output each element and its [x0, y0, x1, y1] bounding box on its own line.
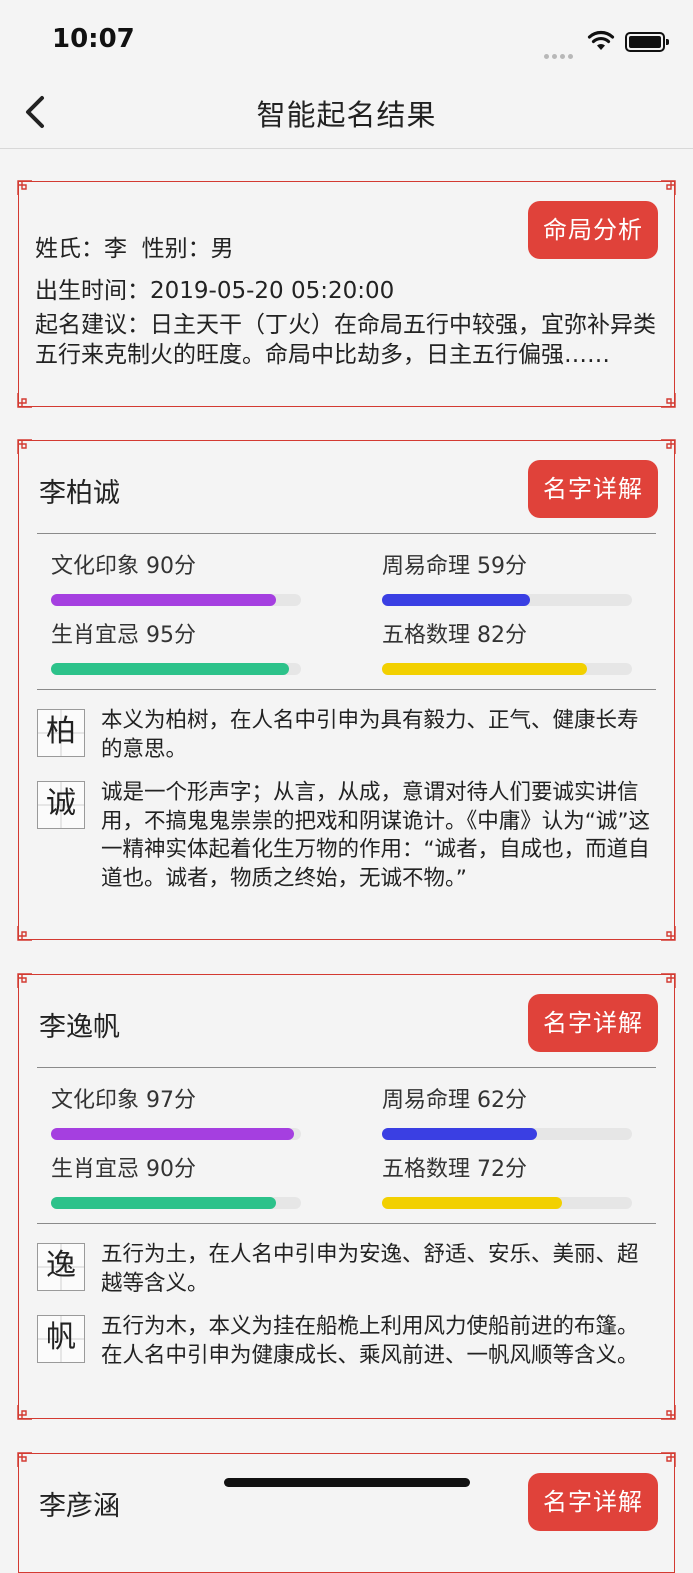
score-track: [382, 1197, 632, 1209]
surname-gender: 姓氏：李 性别：男: [35, 236, 234, 262]
score-track: [382, 663, 632, 675]
wifi-icon: [587, 30, 615, 50]
char-description: 诚是一个形声字；从言，从成，意谓对待人们要诚实讲信用，不搞鬼鬼祟祟的把戏和阴谋诡…: [101, 780, 651, 891]
destiny-analysis-button[interactable]: 命局分析: [528, 201, 658, 259]
char-explanation: 诚 诚是一个形声字；从言，从成，意谓对待人们要诚实讲信用，不搞鬼鬼祟祟的把戏和阴…: [37, 779, 658, 893]
score-track: [382, 1128, 632, 1140]
score-fill: [382, 1197, 562, 1209]
char-glyph-box: 帆: [37, 1315, 85, 1363]
char-explanation: 柏 本义为柏树，在人名中引申为具有毅力、正气、健康长寿的意思。: [37, 707, 658, 764]
corner-ornament-icon: [661, 393, 676, 408]
divider: [37, 689, 656, 690]
score-fill: [382, 1128, 537, 1140]
naming-advice: 起名建议：日主天干（丁火）在命局五行中较强，宜弥补异类五行来克制火的旺度。命局中…: [35, 312, 656, 368]
candidate-name: 李柏诚: [39, 478, 120, 509]
score-culture: 文化印象 97分: [51, 1082, 301, 1140]
score-fill: [51, 594, 276, 606]
score-zhouyi: 周易命理 59分: [382, 548, 632, 606]
score-zodiac: 生肖宜忌 95分: [51, 617, 301, 675]
battery-icon: [625, 32, 669, 52]
score-track: [51, 1128, 301, 1140]
score-culture: 文化印象 90分: [51, 548, 301, 606]
name-card: 李逸帆 名字详解 文化印象 97分 周易命理 62分 生肖宜忌 90分 五格数理…: [17, 973, 676, 1420]
score-label: 生肖宜忌 90分: [51, 1157, 196, 1182]
corner-ornament-icon: [17, 926, 32, 941]
name-card: 李彦涵 名字详解: [17, 1452, 676, 1573]
home-indicator: [224, 1478, 470, 1487]
candidate-name: 李逸帆: [39, 1012, 120, 1043]
status-icons: [515, 30, 669, 59]
name-detail-button[interactable]: 名字详解: [528, 1473, 658, 1531]
candidate-name: 李彦涵: [39, 1491, 120, 1522]
score-label: 文化印象 90分: [51, 554, 196, 579]
score-zhouyi: 周易命理 62分: [382, 1082, 632, 1140]
score-wuge: 五格数理 72分: [382, 1151, 632, 1209]
corner-ornament-icon: [17, 439, 32, 454]
score-label: 周易命理 59分: [382, 554, 527, 579]
corner-ornament-icon: [661, 439, 676, 454]
score-track: [51, 663, 301, 675]
score-wuge: 五格数理 82分: [382, 617, 632, 675]
score-label: 五格数理 82分: [382, 623, 527, 648]
corner-ornament-icon: [661, 1405, 676, 1420]
score-fill: [382, 663, 587, 675]
score-track: [382, 594, 632, 606]
score-fill: [51, 663, 289, 675]
corner-ornament-icon: [17, 1405, 32, 1420]
corner-ornament-icon: [17, 393, 32, 408]
score-zodiac: 生肖宜忌 90分: [51, 1151, 301, 1209]
char-explanation: 逸 五行为土，在人名中引申为安逸、舒适、安乐、美丽、超越等含义。: [37, 1241, 658, 1298]
char-glyph-box: 诚: [37, 781, 85, 829]
corner-ornament-icon: [661, 973, 676, 988]
char-glyph-box: 逸: [37, 1243, 85, 1291]
birth-time: 出生时间：2019-05-20 05:20:00: [35, 278, 395, 304]
page-title: 智能起名结果: [256, 98, 437, 132]
corner-ornament-icon: [17, 1452, 32, 1467]
status-bar: 10:07: [0, 0, 693, 80]
corner-ornament-icon: [661, 1452, 676, 1467]
score-label: 周易命理 62分: [382, 1088, 527, 1113]
divider: [37, 533, 656, 534]
char-glyph-box: 柏: [37, 709, 85, 757]
score-label: 文化印象 97分: [51, 1088, 196, 1113]
nav-bar: 智能起名结果: [0, 80, 693, 149]
name-card: 李柏诚 名字详解 文化印象 90分 周易命理 59分 生肖宜忌 95分 五格数理…: [17, 439, 676, 941]
corner-ornament-icon: [661, 180, 676, 195]
divider: [37, 1223, 656, 1224]
char-explanation: 帆 五行为木，本义为挂在船桅上利用风力使船前进的布篷。在人名中引申为健康成长、乘…: [37, 1313, 658, 1370]
cellular-signal-icon: [541, 44, 573, 63]
char-description: 本义为柏树，在人名中引申为具有毅力、正气、健康长寿的意思。: [101, 708, 639, 762]
corner-ornament-icon: [17, 180, 32, 195]
name-detail-button[interactable]: 名字详解: [528, 460, 658, 518]
score-fill: [382, 594, 530, 606]
divider: [37, 1067, 656, 1068]
birth-info-card: 命局分析 姓氏：李 性别：男 出生时间：2019-05-20 05:20:00 …: [17, 180, 676, 408]
score-fill: [51, 1197, 276, 1209]
name-detail-button[interactable]: 名字详解: [528, 994, 658, 1052]
corner-ornament-icon: [17, 973, 32, 988]
score-fill: [51, 1128, 294, 1140]
status-time: 10:07: [52, 24, 135, 54]
char-description: 五行为木，本义为挂在船桅上利用风力使船前进的布篷。在人名中引申为健康成长、乘风前…: [101, 1314, 639, 1368]
score-label: 生肖宜忌 95分: [51, 623, 196, 648]
corner-ornament-icon: [661, 926, 676, 941]
char-description: 五行为土，在人名中引申为安逸、舒适、安乐、美丽、超越等含义。: [101, 1242, 639, 1296]
score-label: 五格数理 72分: [382, 1157, 527, 1182]
score-track: [51, 594, 301, 606]
score-track: [51, 1197, 301, 1209]
